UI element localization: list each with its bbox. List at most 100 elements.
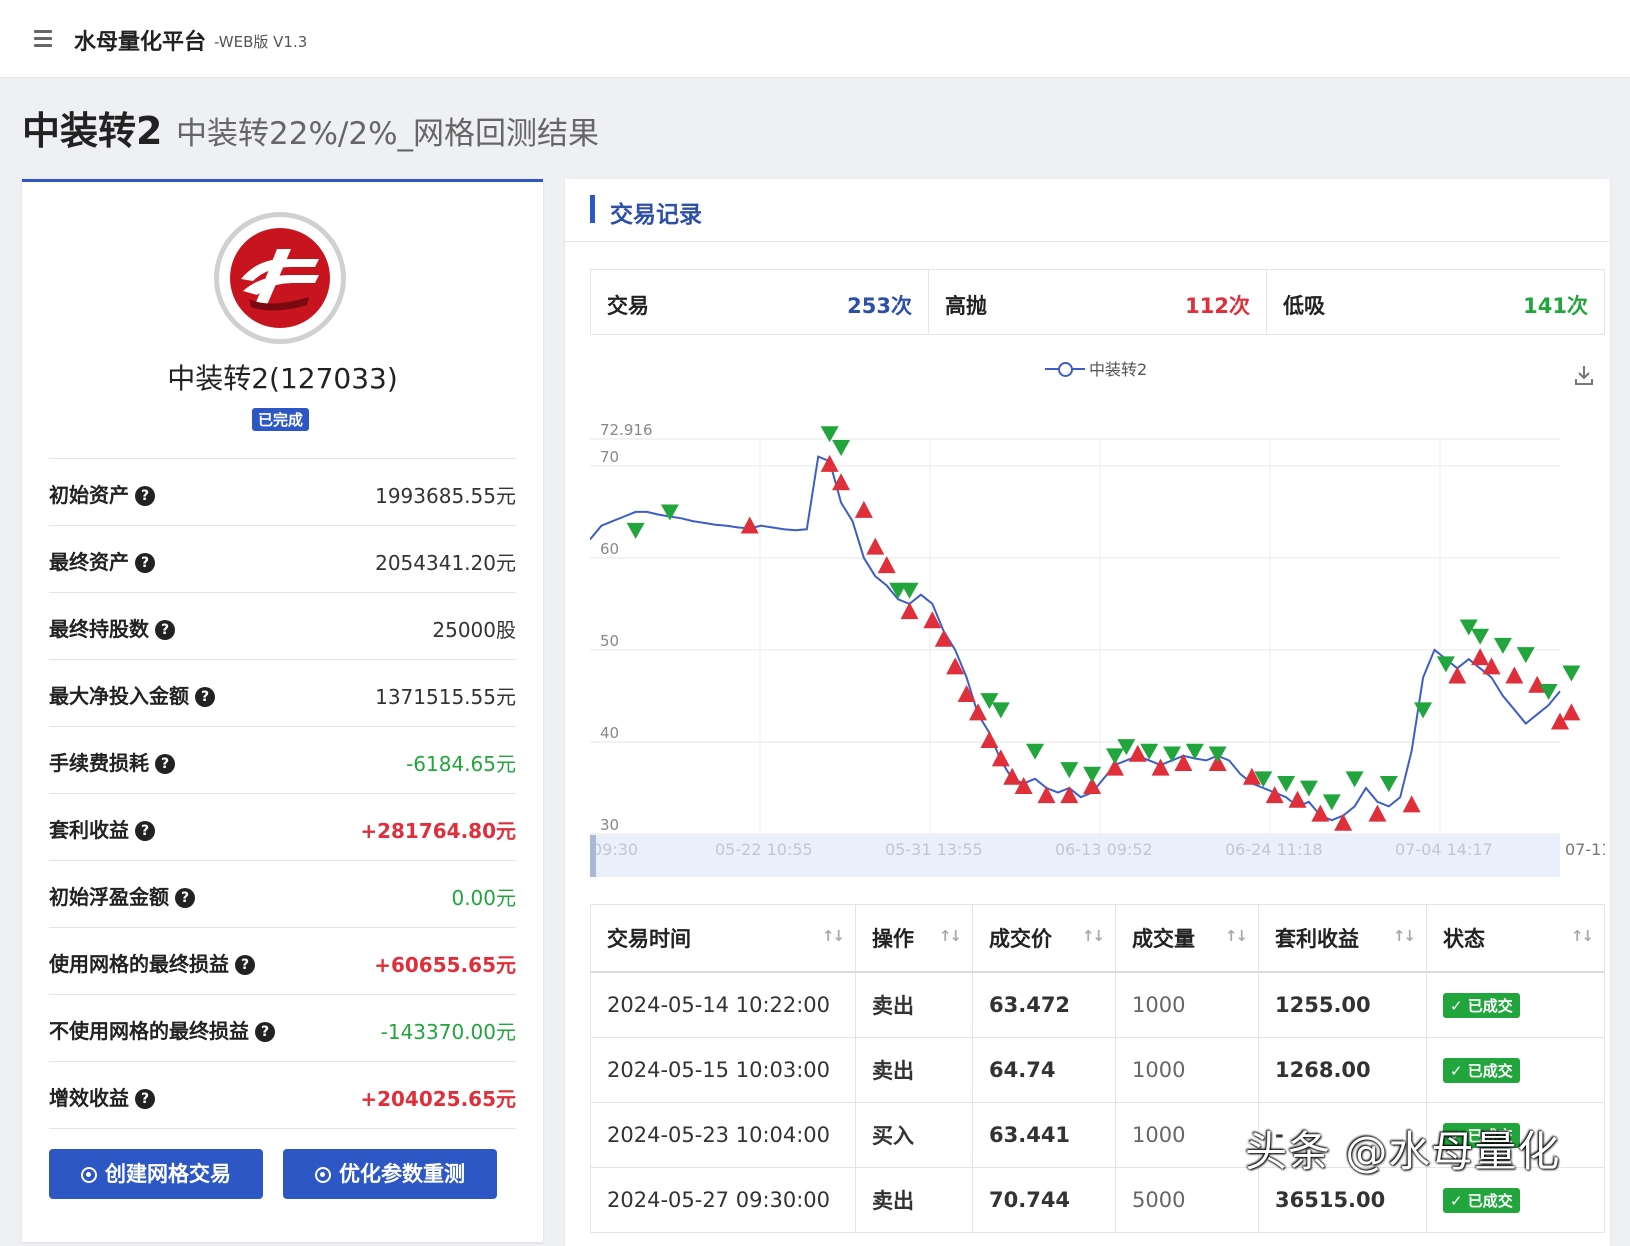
stat-label: 初始浮盈金额	[49, 885, 169, 909]
buy-marker	[820, 454, 839, 472]
col-header-time[interactable]: 交易时间 ↑↓	[590, 904, 856, 973]
cell-time: 2024-05-14 10:22:00	[590, 971, 856, 1038]
chart-canvas: 304050607072.91609:3005-22 10:5505-31 13…	[590, 421, 1605, 877]
buy-marker	[1060, 786, 1079, 804]
sort-icon[interactable]: ↑↓	[822, 927, 845, 945]
col-header-qty[interactable]: 成交量 ↑↓	[1115, 904, 1259, 973]
sort-icon[interactable]: ↑↓	[1393, 927, 1416, 945]
sort-icon[interactable]: ↑↓	[1225, 927, 1248, 945]
stat-label: 手续费损耗	[49, 751, 149, 775]
cell-qty: 5000	[1115, 1167, 1259, 1233]
buy-marker	[866, 537, 885, 555]
help-icon[interactable]: ?	[235, 955, 255, 975]
cell-profit: 1268.00	[1258, 1037, 1427, 1103]
help-icon[interactable]: ?	[135, 821, 155, 841]
sell-marker	[1060, 762, 1079, 779]
cell-profit: 1255.00	[1258, 971, 1427, 1038]
menu-icon[interactable]	[34, 30, 52, 47]
sell-marker	[1163, 746, 1181, 763]
sell-marker	[1026, 743, 1045, 760]
col-header-price[interactable]: 成交价 ↑↓	[972, 904, 1116, 973]
cell-status: ✓ 已成交	[1426, 971, 1605, 1038]
target-icon	[81, 1167, 97, 1183]
help-icon[interactable]: ?	[255, 1022, 275, 1042]
buy-marker	[1368, 804, 1387, 822]
card-title: 交易记录	[610, 202, 702, 228]
summary-sell-high: 高抛 112次	[929, 270, 1267, 334]
stat-value: 0.00元	[451, 886, 516, 910]
sell-marker	[820, 426, 839, 443]
data-zoom-slider	[590, 835, 1560, 877]
sell-marker	[1471, 628, 1490, 645]
cell-qty: 1000	[1115, 1102, 1259, 1168]
buy-marker	[877, 556, 896, 574]
help-icon[interactable]: ?	[135, 553, 155, 573]
sell-marker	[832, 440, 851, 457]
sort-icon[interactable]: ↑↓	[939, 927, 962, 945]
table-row[interactable]: 2024-05-15 10:03:00 卖出 64.74 1000 1268.0…	[590, 1037, 1605, 1103]
buy-marker	[934, 629, 953, 647]
summary-buy-low: 低吸 141次	[1267, 270, 1604, 334]
exchange-logo-icon	[214, 212, 346, 344]
stat-label: 最终资产	[49, 550, 129, 574]
buy-marker	[991, 749, 1010, 767]
cell-op: 卖出	[855, 971, 973, 1038]
cell-qty: 1000	[1115, 1037, 1259, 1103]
stat-row-max-net-investment: 最大净投入金额? 1371515.55元	[49, 659, 516, 726]
top-bar: 水母量化平台 -WEB版 V1.3	[0, 0, 1630, 78]
optimize-retest-label: 优化参数重测	[339, 1162, 465, 1186]
buy-marker	[900, 602, 919, 620]
optimize-retest-button[interactable]: 优化参数重测	[283, 1149, 497, 1199]
sell-marker	[1322, 794, 1341, 811]
y-tick-label: 30	[600, 816, 619, 834]
col-header-op[interactable]: 操作 ↑↓	[855, 904, 973, 973]
buy-marker	[854, 500, 873, 518]
create-grid-trade-button[interactable]: 创建网格交易	[49, 1149, 263, 1199]
buy-marker	[1562, 703, 1581, 721]
sell-marker	[1299, 780, 1318, 797]
help-icon[interactable]: ?	[195, 687, 215, 707]
table-row[interactable]: 2024-05-14 10:22:00 卖出 63.472 1000 1255.…	[590, 971, 1605, 1038]
data-zoom-handle	[590, 835, 596, 877]
help-icon[interactable]: ?	[175, 888, 195, 908]
stat-value: 1993685.55元	[375, 484, 516, 508]
sort-icon[interactable]: ↑↓	[1571, 927, 1594, 945]
stat-value: -6184.65元	[406, 752, 516, 776]
sell-marker	[900, 582, 919, 599]
buy-marker	[969, 703, 987, 721]
sort-icon[interactable]: ↑↓	[1082, 927, 1105, 945]
cell-price: 63.441	[972, 1102, 1116, 1168]
help-icon[interactable]: ?	[135, 486, 155, 506]
summary-value: 112次	[1185, 294, 1250, 318]
create-grid-trade-label: 创建网格交易	[105, 1162, 231, 1186]
stat-value: 25000股	[432, 618, 516, 642]
cell-time: 2024-05-23 10:04:00	[590, 1102, 856, 1168]
price-chart[interactable]: 中装转2 304050607072.91609:3005-22 10:5505-…	[590, 344, 1605, 889]
help-icon[interactable]: ?	[155, 754, 175, 774]
col-header-status[interactable]: 状态 ↑↓	[1426, 904, 1605, 973]
cell-op: 买入	[855, 1102, 973, 1168]
stat-label: 套利收益	[49, 818, 129, 842]
backtest-summary-card: 中装转2(127033) 已完成 初始资产? 1993685.55元 最终资产?…	[22, 179, 543, 1242]
stat-value: +60655.65元	[374, 953, 516, 977]
stat-value: +281764.80元	[360, 819, 516, 843]
sell-marker	[1277, 775, 1296, 792]
cell-price: 64.74	[972, 1037, 1116, 1103]
summary-label: 交易	[607, 294, 649, 318]
help-icon[interactable]: ?	[155, 620, 175, 640]
status-badge: 已完成	[252, 408, 310, 431]
col-header-profit[interactable]: 套利收益 ↑↓	[1258, 904, 1427, 973]
stat-value: 1371515.55元	[375, 685, 516, 709]
sell-marker	[1379, 775, 1398, 792]
y-tick-label: 40	[600, 724, 619, 742]
help-icon[interactable]: ?	[135, 1089, 155, 1109]
summary-value: 253次	[847, 294, 912, 318]
stat-row-efficiency-gain: 增效收益? +204025.65元	[49, 1061, 516, 1129]
cell-op: 卖出	[855, 1037, 973, 1103]
watermark-text: 头条 @水母量化	[1245, 1127, 1561, 1176]
buy-marker	[957, 684, 976, 702]
buy-marker	[1471, 648, 1490, 666]
sell-marker	[626, 522, 645, 539]
stats-list: 初始资产? 1993685.55元 最终资产? 2054341.20元 最终持股…	[49, 458, 516, 1129]
status-badge: ✓ 已成交	[1443, 1058, 1520, 1083]
